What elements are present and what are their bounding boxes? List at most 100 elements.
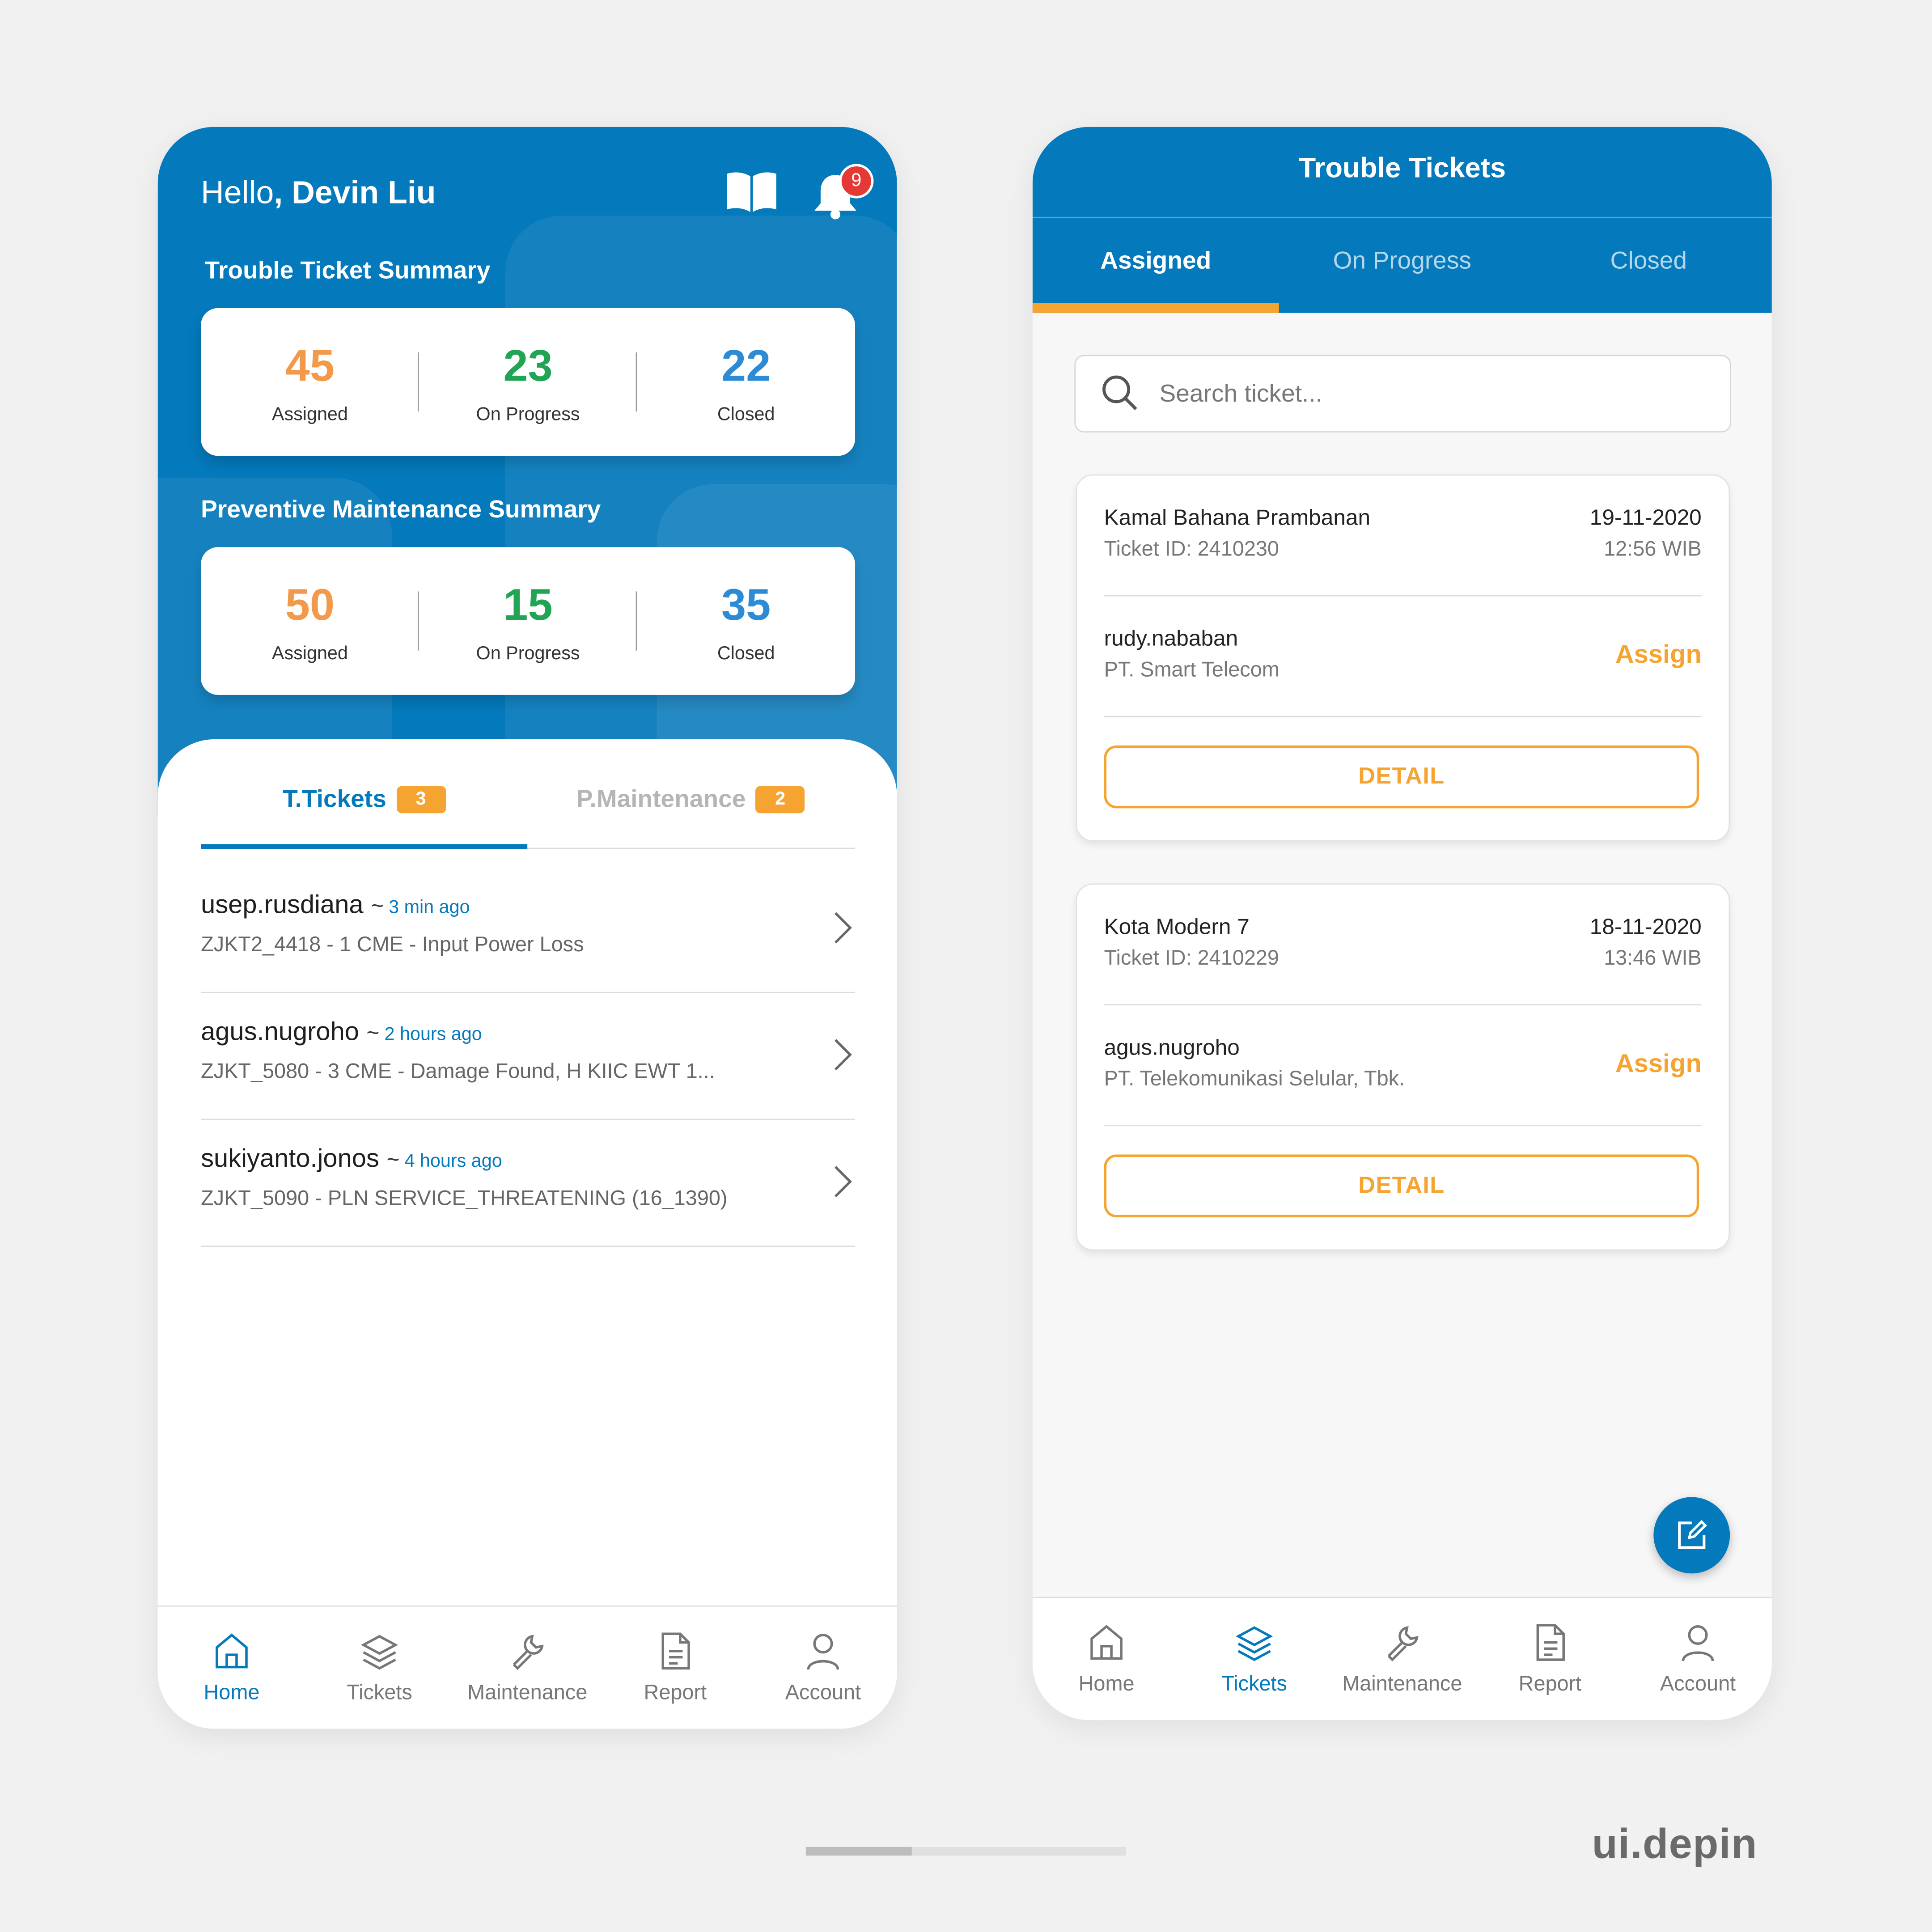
stat-label: Closed bbox=[717, 643, 775, 664]
greeting: Hello, Devin Liu bbox=[201, 174, 436, 212]
ticket-row[interactable]: agus.nugroho ~2 hours ago ZJKT_5080 - 3 C… bbox=[201, 993, 856, 1120]
ticket-location: Kamal Bahana Prambanan bbox=[1104, 505, 1371, 530]
document-icon bbox=[661, 1632, 690, 1670]
stat-assigned: 50 Assigned bbox=[201, 579, 419, 664]
home-icon bbox=[1090, 1625, 1123, 1660]
nav-label: Account bbox=[785, 1680, 861, 1704]
ticket-user-line: usep.rusdiana ~3 min ago bbox=[201, 891, 470, 920]
document-icon bbox=[1536, 1624, 1565, 1661]
ticket-location: Kota Modern 7 bbox=[1104, 914, 1250, 939]
stat-closed: 35 Closed bbox=[637, 579, 855, 664]
nav-report[interactable]: Report bbox=[601, 1607, 749, 1729]
carousel-scrollbar[interactable] bbox=[805, 1847, 1127, 1856]
ticket-separator: ~ bbox=[386, 1147, 400, 1172]
trouble-summary-card: 45 Assigned 23 On Progress 22 Closed bbox=[201, 308, 856, 456]
ticket-date: 18-11-2020 bbox=[1589, 914, 1702, 939]
stat-value: 50 bbox=[285, 579, 335, 630]
ticket-user: usep.rusdiana bbox=[201, 890, 364, 919]
notification-badge: 9 bbox=[839, 164, 874, 199]
nav-account[interactable]: Account bbox=[749, 1607, 897, 1729]
assign-link[interactable]: Assign bbox=[1615, 641, 1702, 670]
stat-label: Closed bbox=[717, 404, 775, 425]
nav-report[interactable]: Report bbox=[1476, 1598, 1624, 1720]
chevron-right-icon[interactable] bbox=[830, 1165, 855, 1199]
ticket-company: PT. Smart Telecom bbox=[1104, 658, 1280, 682]
home-header: Hello, Devin Liu 9 Trouble Ticket Summar… bbox=[157, 127, 897, 817]
tab-preventive-maintenance[interactable]: P.Maintenance 2 bbox=[527, 786, 854, 848]
tab-closed[interactable]: Closed bbox=[1525, 248, 1772, 276]
nav-maintenance[interactable]: Maintenance bbox=[453, 1607, 602, 1729]
stat-assigned: 45 Assigned bbox=[201, 340, 419, 425]
stat-label: On Progress bbox=[476, 643, 580, 664]
divider bbox=[1104, 1004, 1702, 1006]
nav-account[interactable]: Account bbox=[1624, 1598, 1772, 1720]
bottom-nav: Home Tickets Maintenance Report Account bbox=[157, 1605, 897, 1729]
brand-logo: ui.depin bbox=[1592, 1821, 1758, 1868]
chevron-right-icon[interactable] bbox=[830, 1038, 855, 1072]
ticket-separator: ~ bbox=[366, 1020, 380, 1045]
stat-value: 45 bbox=[285, 340, 335, 391]
assign-link[interactable]: Assign bbox=[1615, 1050, 1702, 1079]
chevron-right-icon[interactable] bbox=[830, 911, 855, 945]
ticket-time: 12:56 WIB bbox=[1604, 537, 1702, 561]
search-input[interactable] bbox=[1157, 368, 1704, 420]
tab-label: T.Tickets bbox=[283, 786, 386, 813]
ticket-description: ZJKT2_4418 - 1 CME - Input Power Loss bbox=[201, 932, 584, 956]
edit-icon bbox=[1678, 1520, 1707, 1549]
ticket-row[interactable]: usep.rusdiana ~3 min ago ZJKT2_4418 - 1 C… bbox=[201, 866, 856, 993]
ticket-description: ZJKT_5080 - 3 CME - Damage Found, H KIIC… bbox=[201, 1059, 715, 1083]
tab-label: P.Maintenance bbox=[576, 786, 746, 813]
nav-tickets[interactable]: Tickets bbox=[1180, 1598, 1328, 1720]
ticket-time-ago: 2 hours ago bbox=[384, 1024, 482, 1045]
nav-home[interactable]: Home bbox=[158, 1607, 306, 1729]
nav-label: Home bbox=[1078, 1672, 1135, 1696]
wrench-icon bbox=[513, 1635, 544, 1670]
stat-value: 35 bbox=[721, 579, 771, 630]
layers-icon bbox=[361, 1635, 398, 1670]
ticket-card: Kota Modern 7 Ticket ID: 2410229 18-11-2… bbox=[1076, 883, 1730, 1251]
stat-value: 23 bbox=[503, 340, 553, 391]
ticket-date: 19-11-2020 bbox=[1589, 505, 1702, 530]
nav-label: Home bbox=[203, 1680, 260, 1704]
new-ticket-fab[interactable] bbox=[1653, 1497, 1730, 1574]
ticket-row[interactable]: sukiyanto.jonos ~4 hours ago ZJKT_5090 - … bbox=[201, 1120, 856, 1247]
stat-label: Assigned bbox=[271, 643, 348, 664]
tab-trouble-tickets[interactable]: T.Tickets 3 bbox=[201, 786, 527, 848]
tab-on-progress[interactable]: On Progress bbox=[1279, 248, 1525, 276]
detail-button[interactable]: DETAIL bbox=[1104, 1154, 1699, 1218]
ticket-id: Ticket ID: 2410229 bbox=[1104, 946, 1279, 970]
tickets-screen: Trouble Tickets Assigned On Progress Clo… bbox=[1032, 127, 1772, 1720]
divider bbox=[1104, 1125, 1702, 1127]
stat-label: On Progress bbox=[476, 404, 580, 425]
greeting-prefix: Hello bbox=[201, 174, 274, 211]
nav-tickets[interactable]: Tickets bbox=[305, 1607, 453, 1729]
ticket-time-ago: 4 hours ago bbox=[404, 1151, 502, 1172]
ticket-user-line: sukiyanto.jonos ~4 hours ago bbox=[201, 1144, 502, 1174]
user-icon bbox=[807, 1634, 839, 1670]
book-icon[interactable] bbox=[724, 169, 779, 213]
stat-value: 22 bbox=[721, 340, 771, 391]
user-name: , Devin Liu bbox=[274, 174, 436, 211]
nav-label: Report bbox=[1518, 1672, 1582, 1696]
detail-button[interactable]: DETAIL bbox=[1104, 745, 1699, 809]
nav-label: Report bbox=[644, 1680, 707, 1704]
canvas: Hello, Devin Liu 9 Trouble Ticket Summar… bbox=[0, 0, 1932, 1932]
home-tabs: T.Tickets 3 P.Maintenance 2 bbox=[201, 786, 856, 849]
ticket-user: sukiyanto.jonos bbox=[201, 1144, 379, 1173]
ticket-separator: ~ bbox=[371, 893, 384, 918]
user-icon bbox=[1682, 1625, 1714, 1661]
pm-summary-title: Preventive Maintenance Summary bbox=[201, 496, 601, 524]
tab-assigned[interactable]: Assigned bbox=[1033, 248, 1279, 276]
home-screen: Hello, Devin Liu 9 Trouble Ticket Summar… bbox=[157, 127, 897, 1729]
bottom-nav: Home Tickets Maintenance Report Account bbox=[1032, 1597, 1772, 1720]
scrollbar-thumb[interactable] bbox=[805, 1847, 912, 1856]
ticket-company: PT. Telekomunikasi Selular, Tbk. bbox=[1104, 1067, 1405, 1091]
stat-on-progress: 15 On Progress bbox=[419, 579, 637, 664]
ticket-id: Ticket ID: 2410230 bbox=[1104, 537, 1279, 561]
search-box bbox=[1074, 355, 1731, 433]
nav-maintenance[interactable]: Maintenance bbox=[1328, 1598, 1476, 1720]
nav-home[interactable]: Home bbox=[1033, 1598, 1181, 1720]
divider bbox=[1104, 716, 1702, 717]
stat-value: 15 bbox=[503, 579, 553, 630]
search-icon bbox=[1102, 375, 1137, 411]
